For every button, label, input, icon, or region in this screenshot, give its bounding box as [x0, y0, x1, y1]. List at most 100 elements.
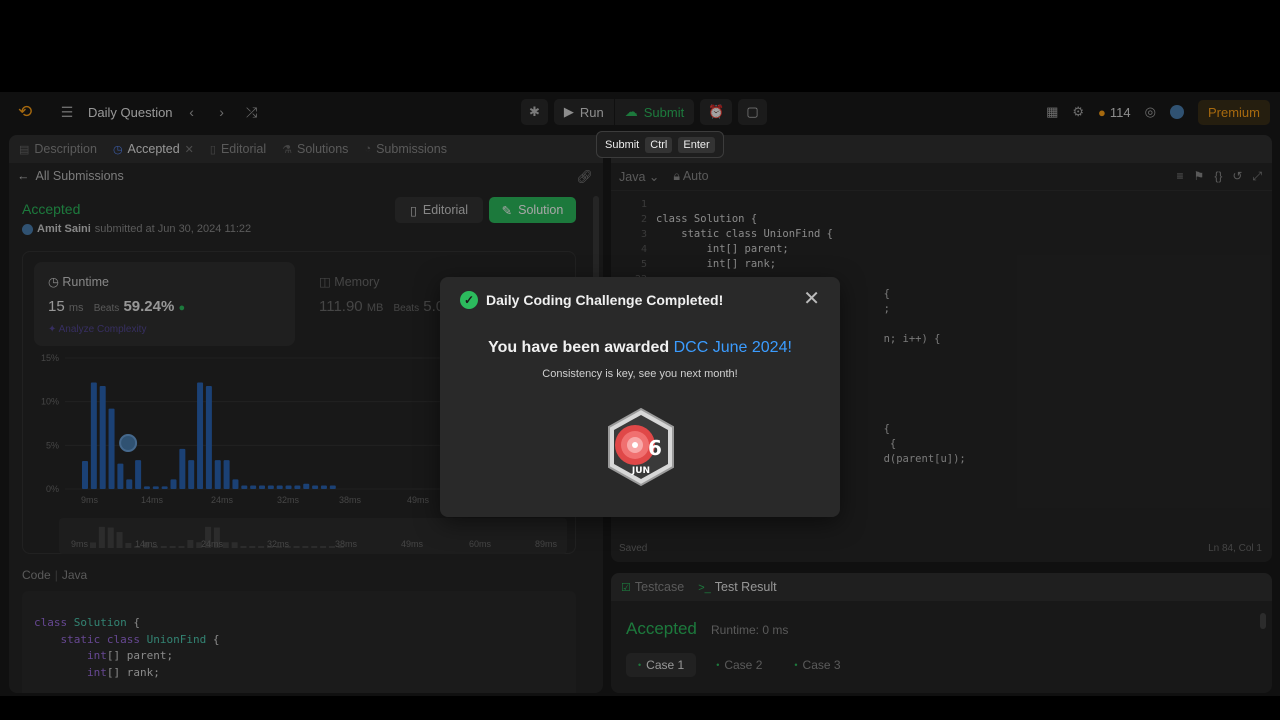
x-tick-label: 9ms: [81, 495, 99, 505]
shuffle-icon[interactable]: ⤮: [241, 104, 263, 121]
overview-tick-label: 49ms: [401, 539, 424, 549]
chart-bar[interactable]: [179, 448, 186, 489]
chart-bar[interactable]: [303, 483, 310, 489]
overview-bar: [98, 526, 105, 548]
line-number: 2: [640, 214, 647, 225]
chart-bar[interactable]: [108, 408, 115, 489]
modal-header: ✓ Daily Coding Challenge Completed!: [460, 291, 723, 309]
chart-bar[interactable]: [99, 385, 106, 489]
timer-button[interactable]: ⏰: [700, 99, 733, 125]
layout-icon[interactable]: ▦: [1046, 104, 1058, 120]
result-scrollbar[interactable]: [1260, 605, 1268, 685]
chart-bar[interactable]: [188, 460, 195, 489]
chart-bar[interactable]: [285, 485, 292, 489]
chart-bar[interactable]: [241, 485, 248, 489]
note-icon: ▢: [746, 104, 759, 119]
tab-submissions[interactable]: ◔ Submissions: [364, 142, 447, 156]
analyze-complexity-link[interactable]: ✦ Analyze Complexity: [48, 324, 146, 335]
cloud-upload-icon: ☁: [624, 104, 638, 119]
editor-actions: ≡ ⚑ {} ↺ ⤢: [1177, 169, 1262, 184]
case-tab[interactable]: • Case 2: [704, 653, 774, 677]
run-button[interactable]: ▶ Run: [554, 99, 614, 125]
submit-label: Submit: [643, 104, 685, 120]
streak-count: 114: [1109, 104, 1131, 120]
run-tools: ✱ ▶ Run ☁ Submit ⏰ ▢: [521, 99, 767, 125]
your-submission-marker[interactable]: [119, 434, 138, 452]
format-icon[interactable]: ≡: [1177, 169, 1184, 184]
reset-icon[interactable]: ↺: [1232, 169, 1242, 184]
chart-bar[interactable]: [197, 382, 204, 489]
streak-counter[interactable]: ● 114: [1098, 105, 1131, 120]
chart-bar[interactable]: [126, 479, 133, 489]
overview-bar: [258, 546, 265, 548]
braces-icon[interactable]: {}: [1214, 169, 1222, 184]
chart-bar[interactable]: [161, 486, 168, 489]
code-line: static class UnionFind {: [34, 632, 220, 646]
tab-solutions[interactable]: ⚗ Solutions: [282, 142, 348, 156]
debug-button[interactable]: ✱: [521, 99, 548, 125]
share-link-icon[interactable]: 🔗︎: [576, 169, 593, 185]
close-tab-icon[interactable]: ✕: [185, 143, 194, 156]
code-line: int[] rank;: [34, 665, 160, 679]
chart-bar[interactable]: [232, 479, 239, 489]
code-line: class Solution {: [656, 213, 758, 225]
chart-bar[interactable]: [117, 463, 124, 489]
terminal-icon: >_: [698, 582, 711, 594]
alarm-icon: ⏰: [708, 104, 725, 119]
case-tab[interactable]: • Case 3: [782, 653, 852, 677]
language-select[interactable]: Java ⌄: [619, 169, 659, 184]
chart-bar[interactable]: [170, 479, 177, 489]
chart-bar[interactable]: [259, 485, 265, 489]
chart-bar[interactable]: [312, 485, 319, 489]
result-status: Accepted: [626, 619, 697, 638]
close-icon[interactable]: ✕: [803, 289, 820, 309]
runtime-value: 15 ms Beats 59.24% ●: [48, 298, 186, 315]
autocomplete-mode[interactable]: 🔒︎ Auto: [673, 169, 708, 184]
chart-bar[interactable]: [82, 461, 88, 489]
chart-bar[interactable]: [329, 485, 336, 489]
chart-bar[interactable]: [214, 460, 221, 489]
chart-bar[interactable]: [250, 485, 257, 489]
case-tab[interactable]: • Case 1: [626, 653, 697, 677]
next-problem-icon[interactable]: ›: [211, 104, 233, 120]
premium-button[interactable]: Premium: [1197, 99, 1270, 125]
award-name[interactable]: DCC June 2024!: [674, 339, 792, 356]
gear-icon[interactable]: ⚙: [1072, 104, 1084, 120]
leetcode-logo-icon[interactable]: ⟲: [18, 103, 36, 121]
tab-description[interactable]: ▤ Description: [19, 142, 97, 156]
chart-bar[interactable]: [320, 485, 327, 489]
problem-list-title[interactable]: Daily Question: [88, 105, 173, 120]
runtime-box[interactable]: ◷ Runtime 15 ms Beats 59.24% ● ✦ Analyze…: [34, 262, 295, 346]
chart-bar[interactable]: [205, 385, 212, 489]
tab-testcase[interactable]: ☑ Testcase: [621, 580, 684, 594]
editorial-button[interactable]: ▯ Editorial: [395, 197, 483, 223]
chart-bar[interactable]: [267, 485, 274, 489]
chart-bar[interactable]: [276, 485, 283, 489]
chart-bar[interactable]: [223, 460, 230, 489]
avatar[interactable]: [1169, 105, 1184, 119]
tab-test-result[interactable]: >_ Test Result: [698, 580, 776, 594]
overview-tick-label: 60ms: [469, 539, 492, 549]
prev-problem-icon[interactable]: ‹: [181, 104, 203, 120]
user-tools: ▦ ⚙ ● 114 ◎ Premium: [1046, 92, 1270, 132]
chart-bar[interactable]: [135, 460, 142, 489]
memory-label[interactable]: ◫ Memory: [319, 274, 379, 289]
line-number: 5: [640, 259, 647, 270]
y-tick-label: 5%: [46, 440, 59, 450]
chart-bar[interactable]: [152, 486, 159, 489]
expand-icon[interactable]: ⤢: [1252, 169, 1262, 184]
problem-list-icon[interactable]: ☰: [56, 104, 78, 121]
store-icon[interactable]: ◎: [1145, 104, 1156, 120]
tab-accepted[interactable]: ◷ Accepted ✕: [113, 142, 194, 156]
chart-bar[interactable]: [294, 485, 301, 489]
tab-editorial[interactable]: ▯ Editorial: [210, 142, 266, 156]
submit-button[interactable]: ☁ Submit: [613, 99, 694, 125]
submit-shortcut-tooltip: Submit Ctrl Enter: [596, 131, 724, 158]
submitter-name[interactable]: Amit Saini: [37, 223, 91, 235]
bookmark-icon[interactable]: ⚑: [1194, 169, 1205, 184]
notes-button[interactable]: ▢: [738, 99, 767, 125]
chart-bar[interactable]: [90, 382, 97, 489]
chart-bar[interactable]: [143, 486, 150, 489]
solution-button[interactable]: ✎ Solution: [489, 197, 576, 223]
all-submissions-link[interactable]: ← All Submissions: [17, 169, 124, 183]
